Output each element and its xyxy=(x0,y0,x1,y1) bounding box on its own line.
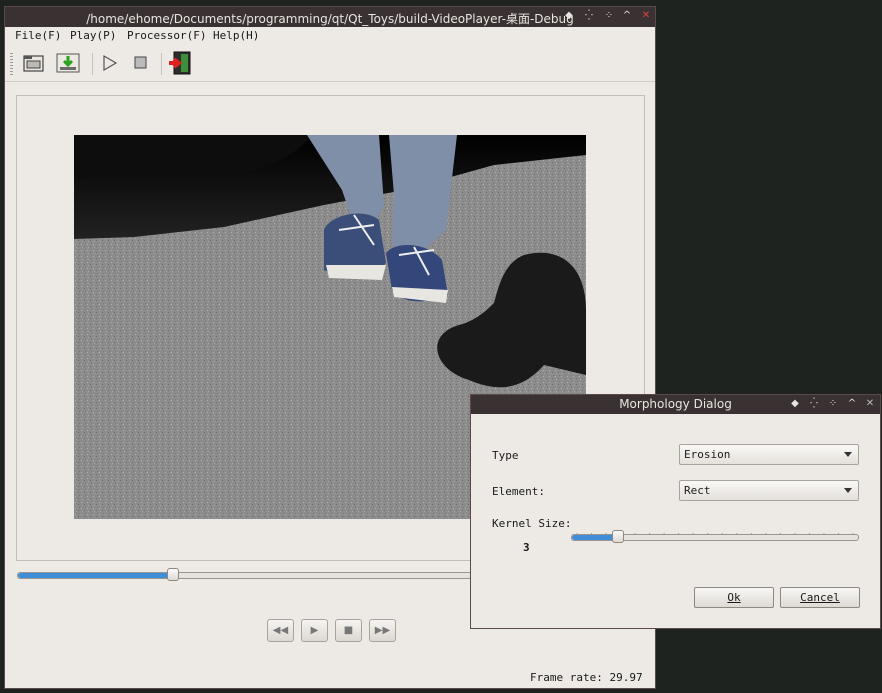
stop-icon: ■ xyxy=(343,625,354,636)
ok-button-label: Ok xyxy=(727,591,741,604)
frame-rate-label: Frame rate: xyxy=(530,671,603,684)
keep-above-icon[interactable]: ⁛ xyxy=(582,9,596,23)
seek-slider-handle[interactable] xyxy=(167,568,180,581)
rewind-icon: ◀◀ xyxy=(272,625,289,636)
toolbar-grip[interactable] xyxy=(10,53,13,75)
type-combo-value: Erosion xyxy=(684,448,731,461)
menu-play[interactable]: Play(P) xyxy=(70,29,116,42)
toolbar-separator xyxy=(92,53,93,75)
play-icon[interactable] xyxy=(97,51,123,75)
fast-forward-icon: ▶▶ xyxy=(374,625,391,636)
stop-icon[interactable] xyxy=(128,51,154,75)
kernel-size-label: Kernel Size: xyxy=(492,517,572,530)
morphology-dialog: Morphology Dialog ◆ ⁛ ⁘ ^ ✕ Type Erosion… xyxy=(470,394,881,629)
download-icon[interactable] xyxy=(55,51,81,75)
fast-forward-button[interactable]: ▶▶ xyxy=(369,619,396,642)
menu-help[interactable]: Help(H) xyxy=(213,29,259,42)
cancel-button-label: Cancel xyxy=(800,591,840,604)
toolbar xyxy=(5,45,655,82)
ok-button[interactable]: Ok xyxy=(694,587,774,608)
cancel-button[interactable]: Cancel xyxy=(780,587,860,608)
element-label: Element: xyxy=(492,485,545,498)
element-combo-value: Rect xyxy=(684,484,711,497)
play-icon: ▶ xyxy=(310,625,319,636)
keep-above-icon[interactable]: ⁛ xyxy=(807,397,821,411)
window-menu-icon[interactable]: ◆ xyxy=(562,9,576,23)
frame-rate-status: Frame rate: 29.97 xyxy=(530,671,643,684)
exit-icon[interactable] xyxy=(168,51,194,75)
kernel-slider-handle[interactable] xyxy=(611,530,624,543)
close-icon[interactable]: ✕ xyxy=(639,9,653,23)
element-combo[interactable]: Rect xyxy=(679,480,859,501)
chevron-down-icon xyxy=(844,452,852,457)
shade-icon[interactable]: ⁘ xyxy=(602,9,616,23)
window-menu-icon[interactable]: ◆ xyxy=(788,397,802,411)
kernel-size-value: 3 xyxy=(523,541,530,554)
rewind-button[interactable]: ◀◀ xyxy=(267,619,294,642)
open-folder-icon[interactable] xyxy=(21,51,47,75)
kernel-size-slider[interactable] xyxy=(571,530,859,543)
maximize-icon[interactable]: ^ xyxy=(620,9,634,23)
window-title: /home/ehome/Documents/programming/qt/Qt_… xyxy=(86,12,574,26)
seek-slider[interactable] xyxy=(17,568,489,581)
seek-slider-fill xyxy=(18,573,174,578)
chevron-down-icon xyxy=(844,488,852,493)
kernel-size-ticks xyxy=(571,523,859,537)
menu-bar: File(F) Play(P) Processor(F) Help(H) xyxy=(5,27,655,45)
maximize-icon[interactable]: ^ xyxy=(845,397,859,411)
play-button[interactable]: ▶ xyxy=(301,619,328,642)
dialog-title-bar[interactable]: Morphology Dialog ◆ ⁛ ⁘ ^ ✕ xyxy=(471,395,880,414)
frame-rate-value: 29.97 xyxy=(609,671,643,684)
type-label: Type xyxy=(492,449,519,462)
type-combo[interactable]: Erosion xyxy=(679,444,859,465)
menu-processor[interactable]: Processor(F) xyxy=(127,29,206,42)
shade-icon[interactable]: ⁘ xyxy=(826,397,840,411)
menu-file[interactable]: File(F) xyxy=(15,29,61,42)
title-bar[interactable]: /home/ehome/Documents/programming/qt/Qt_… xyxy=(5,7,655,27)
stop-button[interactable]: ■ xyxy=(335,619,362,642)
close-icon[interactable]: ✕ xyxy=(863,397,877,411)
kernel-slider-fill xyxy=(572,535,618,540)
toolbar-separator xyxy=(161,53,162,75)
